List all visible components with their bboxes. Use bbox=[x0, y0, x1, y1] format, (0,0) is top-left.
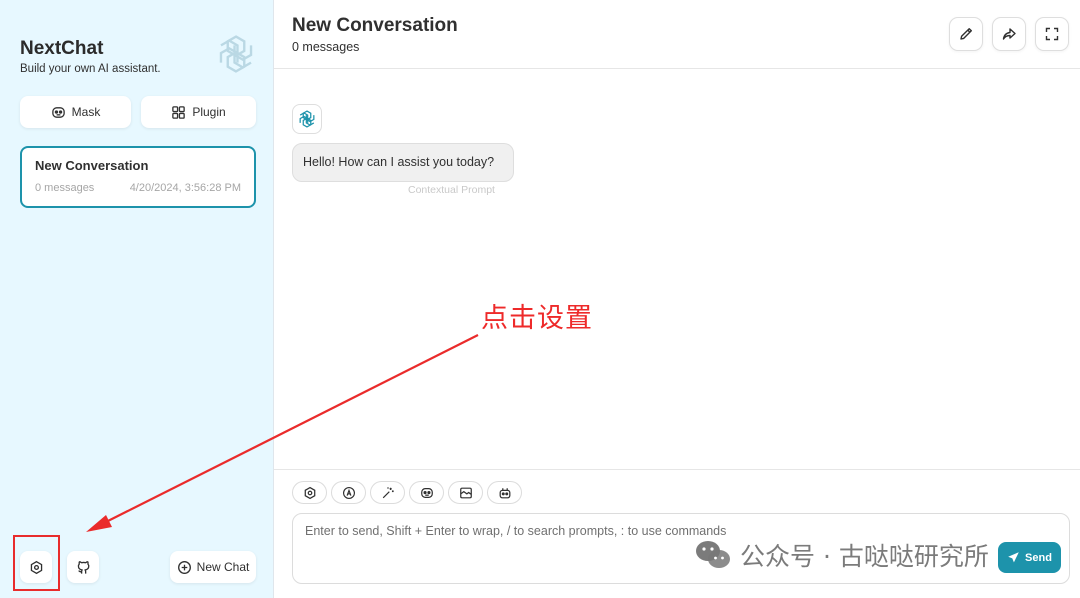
app-name: NextChat bbox=[20, 38, 104, 59]
chat-item-count: 0 messages bbox=[35, 182, 95, 194]
plugin-grid-icon bbox=[172, 105, 186, 119]
fullscreen-icon bbox=[1045, 27, 1059, 41]
sidebar: NextChat Build your own AI assistant. Ma… bbox=[0, 0, 274, 598]
bot-avatar bbox=[292, 104, 322, 134]
assistant-message: Hello! How can I assist you today? bbox=[292, 143, 514, 182]
share-button[interactable] bbox=[992, 17, 1026, 51]
app-tagline: Build your own AI assistant. bbox=[20, 63, 161, 75]
plugin-label: Plugin bbox=[192, 105, 226, 119]
chat-main: New Conversation 0 messages Hello! How c… bbox=[274, 0, 1080, 598]
magic-wand-icon bbox=[382, 486, 394, 498]
send-label: Send bbox=[1025, 551, 1052, 564]
annotation-label: 点击设置 bbox=[481, 303, 593, 334]
github-button[interactable] bbox=[67, 551, 99, 583]
new-chat-button[interactable]: New Chat bbox=[170, 551, 256, 583]
settings-icon bbox=[304, 486, 315, 499]
message-note: Contextual Prompt bbox=[408, 184, 495, 196]
share-arrow-icon bbox=[1002, 28, 1016, 40]
send-button[interactable]: Send bbox=[998, 542, 1061, 573]
wechat-icon bbox=[696, 541, 730, 568]
watermark-text: 公众号 · 古哒哒研究所 bbox=[740, 542, 989, 571]
image-icon bbox=[459, 487, 472, 498]
pencil-icon bbox=[960, 28, 972, 40]
mask-icon bbox=[51, 106, 65, 118]
openai-logo-icon bbox=[219, 35, 253, 73]
theme-action[interactable] bbox=[331, 481, 366, 504]
mask-action[interactable] bbox=[409, 481, 444, 504]
fullscreen-button[interactable] bbox=[1035, 17, 1069, 51]
chat-message-count: 0 messages bbox=[292, 40, 360, 54]
chat-item-title: New Conversation bbox=[35, 158, 149, 173]
watermark: 公众号 · 古哒哒研究所 bbox=[694, 537, 989, 573]
add-circle-icon bbox=[177, 560, 191, 574]
openai-logo-icon bbox=[299, 110, 315, 128]
mask-label: Mask bbox=[71, 105, 101, 119]
theme-auto-icon bbox=[342, 486, 355, 499]
rename-button[interactable] bbox=[949, 17, 983, 51]
input-panel: Send bbox=[274, 469, 1080, 598]
chat-header: New Conversation 0 messages bbox=[274, 0, 1080, 69]
plugin-button[interactable]: Plugin bbox=[141, 96, 256, 128]
mask-button[interactable]: Mask bbox=[20, 96, 131, 128]
robot-icon bbox=[499, 487, 510, 498]
new-chat-label: New Chat bbox=[196, 560, 250, 574]
chat-title: New Conversation bbox=[292, 15, 458, 36]
settings-highlight-box bbox=[13, 535, 60, 591]
robot-action[interactable] bbox=[487, 481, 522, 504]
github-icon bbox=[77, 560, 89, 574]
chat-item-date: 4/20/2024, 3:56:28 PM bbox=[129, 182, 241, 194]
image-action[interactable] bbox=[448, 481, 483, 504]
chat-list-item[interactable]: New Conversation 0 messages 4/20/2024, 3… bbox=[20, 146, 256, 208]
chat-settings-action[interactable] bbox=[292, 481, 327, 504]
prompts-action[interactable] bbox=[370, 481, 405, 504]
mask-icon bbox=[420, 487, 433, 498]
send-plane-icon bbox=[1008, 552, 1019, 563]
